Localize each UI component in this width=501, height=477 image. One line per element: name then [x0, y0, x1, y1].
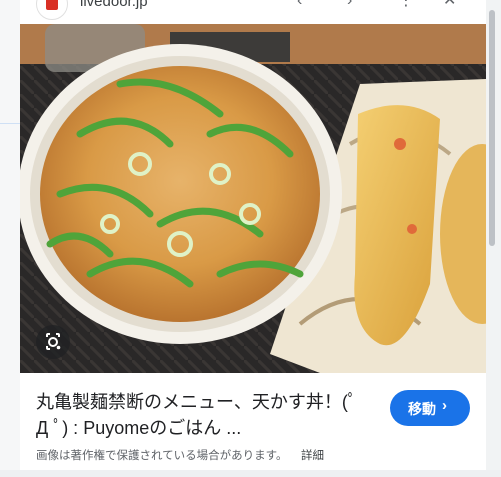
preview-header: livedoor.jp ‹ › ⋮ ✕: [20, 0, 486, 24]
visit-button[interactable]: 移動 ›: [390, 390, 470, 426]
udon-bowl: [20, 44, 342, 344]
title-line-1: 丸亀製麺禁断のメニュー、天かす丼！(ﾟ: [36, 392, 357, 412]
more-vert-icon[interactable]: ⋮: [398, 0, 414, 11]
close-icon[interactable]: ✕: [443, 0, 456, 11]
chevron-left-icon[interactable]: ‹: [297, 0, 302, 11]
lens-icon: [46, 333, 61, 350]
image-caption: 丸亀製麺禁断のメニュー、天かす丼！(ﾟ Д ﾟ) : Puyomeのごはん ..…: [20, 373, 486, 470]
visit-button-label: 移動: [408, 401, 436, 417]
title-line-2: Д ﾟ) : Puyomeのごはん ...: [36, 418, 242, 438]
bottom-background: [0, 470, 501, 477]
chevron-right-icon: ›: [442, 397, 447, 414]
left-background: [0, 0, 20, 477]
copyright-notice: 画像は著作権で保護されている場合があります。: [36, 450, 288, 462]
site-favicon[interactable]: [36, 0, 68, 20]
image-title[interactable]: 丸亀製麺禁断のメニュー、天かす丼！(ﾟ Д ﾟ) : Puyomeのごはん ..…: [36, 389, 376, 441]
favicon-icon: [46, 0, 58, 10]
site-name[interactable]: livedoor.jp: [80, 0, 148, 10]
chevron-right-icon[interactable]: ›: [347, 0, 352, 11]
lens-button[interactable]: [36, 325, 70, 359]
scrollbar-thumb[interactable]: [489, 10, 495, 246]
details-link[interactable]: 詳細: [301, 447, 324, 463]
left-divider: [0, 123, 20, 124]
food-photo[interactable]: [20, 24, 486, 373]
